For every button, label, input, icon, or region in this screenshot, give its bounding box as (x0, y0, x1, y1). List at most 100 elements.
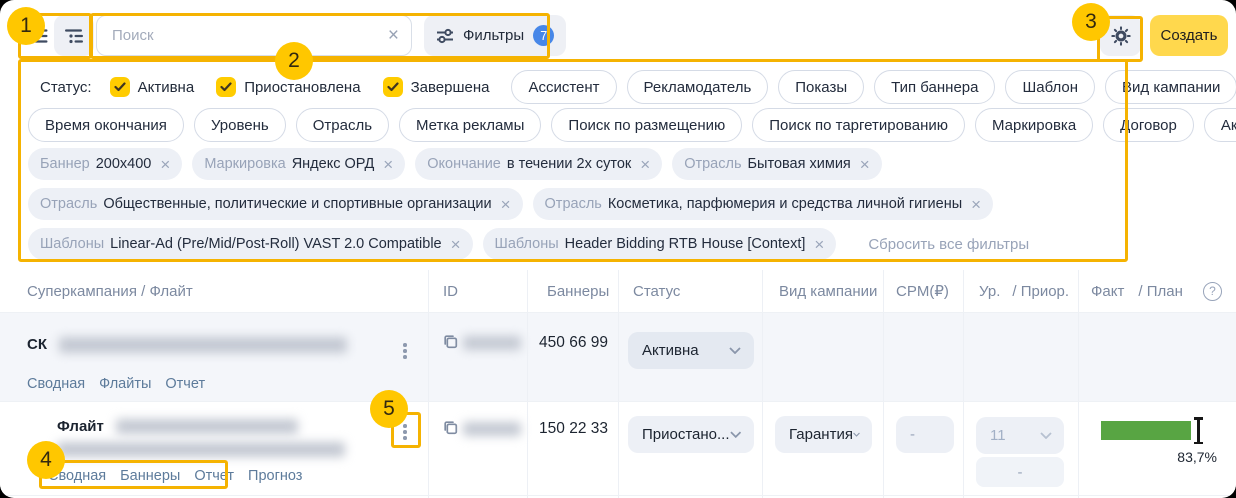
row-link[interactable]: Отчет (194, 468, 234, 484)
chip-category-label: Отрасль (40, 196, 97, 212)
blurred-flight-name (57, 442, 345, 457)
search-clear-icon[interactable]: × (388, 26, 399, 45)
row-link[interactable]: Баннеры (120, 468, 180, 484)
cpm-cell: - (883, 402, 963, 495)
filters-panel: Статус: Активна Приостановлена Завершена А… (0, 62, 1236, 262)
chip-value-label: Общественные, политические и спортивные … (103, 196, 491, 212)
filter-chip[interactable]: ШаблоныLinear-Ad (Pre/Mid/Post-Roll) VAS… (28, 228, 473, 260)
blurred-flight-name (116, 419, 298, 434)
priority-input[interactable]: - (976, 457, 1064, 487)
row-link[interactable]: Флайты (99, 376, 151, 392)
status-filter-label: Статус: (40, 79, 92, 96)
filter-button[interactable]: Маркировка (975, 108, 1093, 142)
filter-button[interactable]: Уровень (194, 108, 286, 142)
filter-chip[interactable]: Отрасль Общественные, политические и спор… (28, 188, 523, 220)
filters-button[interactable]: Фильтры 7 (424, 15, 566, 56)
row-link[interactable]: Отчет (165, 376, 205, 392)
filter-chip[interactable]: ОтрасльКосметика, парфюмерия и средства … (533, 188, 994, 220)
filter-button[interactable]: Вид кампании (1105, 70, 1236, 104)
chip-remove-icon[interactable]: × (640, 156, 650, 173)
tree-list-icon (64, 28, 84, 44)
search-field: × (96, 15, 412, 56)
chip-remove-icon[interactable]: × (383, 156, 393, 173)
chevron-down-icon (730, 431, 741, 438)
chip-category-label: Отрасль (684, 156, 741, 172)
row-link[interactable]: Сводная (48, 468, 106, 484)
row-links: Сводная Баннеры Отчет Прогноз (48, 468, 302, 484)
chevron-down-icon (729, 347, 741, 354)
row-link[interactable]: Сводная (27, 376, 85, 392)
chip-remove-icon[interactable]: × (501, 196, 511, 213)
row-menu-icon[interactable] (396, 419, 414, 445)
filter-button[interactable]: Шаблон (1005, 70, 1095, 104)
tree-list-view-button[interactable] (54, 15, 94, 56)
checkbox-checked-icon[interactable] (216, 77, 236, 97)
chip-remove-icon[interactable]: × (160, 156, 170, 173)
filter-button[interactable]: Метка рекламы (399, 108, 541, 142)
filter-button[interactable]: Договор (1103, 108, 1194, 142)
row-menu-icon[interactable] (396, 338, 414, 364)
chip-remove-icon[interactable]: × (451, 236, 461, 253)
filter-button[interactable]: Поиск по размещению (551, 108, 742, 142)
status-dropdown[interactable]: Активна (628, 332, 754, 369)
chip-value-label: 200x400 (96, 156, 152, 172)
filter-button[interactable]: Показы (778, 70, 864, 104)
campaign-type-dropdown[interactable]: Гарантия (775, 416, 872, 453)
checkmark-icon (220, 82, 232, 92)
row-type-label: СК (27, 336, 47, 353)
chip-value-label: Бытовая химия (748, 156, 851, 172)
header-level-label: Ур. (979, 283, 1000, 300)
filter-button[interactable]: Отрасль (296, 108, 389, 142)
table-row: СК Сводная Флайты Отчет 450 66 99 Активна (0, 312, 1236, 401)
chip-remove-icon[interactable]: × (814, 236, 824, 253)
filter-button[interactable]: Рекламодатель (627, 70, 769, 104)
checkbox-checked-icon[interactable] (110, 77, 130, 97)
cpm-input[interactable]: - (896, 416, 954, 453)
filter-chip[interactable]: ШаблоныHeader Bidding RTB House [Context… (483, 228, 837, 260)
filter-chip[interactable]: МаркировкаЯндекс ОРД× (192, 148, 405, 180)
flat-list-view-button[interactable] (20, 15, 56, 56)
copy-id-icon[interactable] (442, 333, 459, 350)
help-icon[interactable]: ? (1203, 282, 1222, 301)
filter-button[interactable]: Время окончания (28, 108, 184, 142)
banners-count-cell: 450 66 99 (527, 313, 618, 401)
settings-button[interactable] (1100, 15, 1141, 56)
column-header-status: Статус (618, 270, 762, 312)
row-link[interactable]: Прогноз (248, 468, 302, 484)
supercampaign-name-cell: СК Сводная Флайты Отчет (0, 313, 428, 401)
blurred-id-value (463, 422, 521, 436)
campaign-type-value: Гарантия (789, 426, 853, 443)
column-header-id: ID (428, 270, 527, 312)
header-priority-label: / Приор. (1012, 283, 1069, 300)
filter-button[interactable]: Поиск по таргетированию (752, 108, 965, 142)
table-header-row: Суперкампания / Флайт ID Баннеры Статус … (0, 270, 1236, 312)
filter-chip[interactable]: Окончаниев течении 2х суток× (415, 148, 662, 180)
filter-button[interactable]: Ассистент (511, 70, 616, 104)
chip-value-label: в течении 2х суток (507, 156, 631, 172)
chevron-down-icon (1040, 432, 1052, 439)
status-option[interactable]: Приостановлена (216, 77, 360, 97)
level-dropdown[interactable]: 11 (976, 417, 1064, 454)
column-header-fact-plan: Факт / План ? (1078, 270, 1236, 312)
gear-icon (1110, 25, 1132, 47)
chip-value-label: Header Bidding RTB House [Context] (565, 236, 806, 252)
search-input[interactable] (110, 26, 388, 45)
clear-all-filters-link[interactable]: Сбросить все фильтры (868, 236, 1029, 253)
filters-button-label: Фильтры (463, 27, 524, 44)
create-button[interactable]: Создать (1150, 15, 1228, 56)
checkmark-icon (114, 82, 126, 92)
checkbox-checked-icon[interactable] (383, 77, 403, 97)
chip-remove-icon[interactable]: × (971, 196, 981, 213)
copy-id-icon[interactable] (442, 419, 459, 436)
status-option[interactable]: Завершена (383, 77, 490, 97)
filter-chip[interactable]: Отрасль Бытовая химия × (672, 148, 882, 180)
status-dropdown[interactable]: Приостано... (628, 416, 754, 453)
chip-category-label: Маркировка (204, 156, 285, 172)
filter-chip[interactable]: Баннер200x400× (28, 148, 182, 180)
filter-button[interactable]: Акт (1204, 108, 1236, 142)
fact-percent-label: 83,7% (1177, 449, 1217, 465)
chip-remove-icon[interactable]: × (860, 156, 870, 173)
column-header-banners: Баннеры (527, 270, 618, 312)
status-option[interactable]: Активна (110, 77, 195, 97)
filter-button[interactable]: Тип баннера (874, 70, 995, 104)
